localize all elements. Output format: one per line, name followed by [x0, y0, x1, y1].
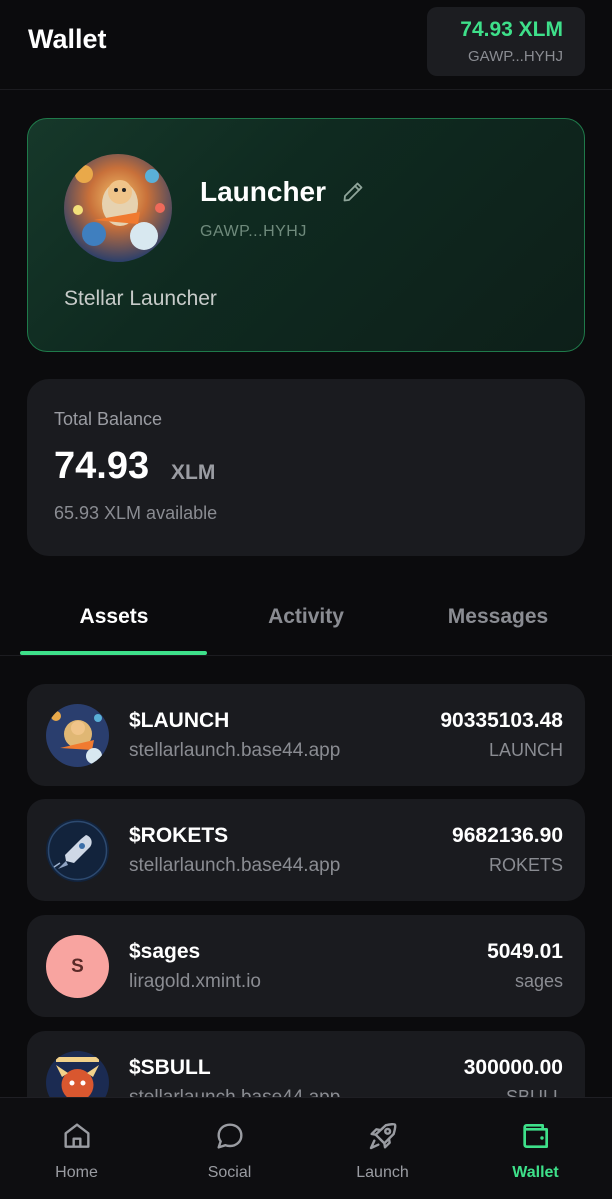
- tab-activity[interactable]: Activity: [210, 605, 402, 629]
- asset-symbol: $LAUNCH: [129, 709, 230, 732]
- wallet-tabs: Assets Activity Messages: [0, 580, 612, 656]
- launch-token-icon: [46, 704, 109, 767]
- rocket-icon: [369, 1123, 397, 1150]
- nav-social-label: Social: [207, 1164, 252, 1181]
- letter-s-icon-text: S: [71, 955, 84, 977]
- nav-wallet-label: Wallet: [512, 1164, 559, 1181]
- asset-symbol: $ROKETS: [129, 824, 229, 847]
- nav-wallet[interactable]: Wallet: [459, 1098, 612, 1199]
- asset-code: ROKETS: [488, 855, 563, 875]
- page-title: Wallet: [28, 24, 107, 54]
- app-header: Wallet 74.93 XLM GAWP...HYHJ: [0, 0, 612, 90]
- profile-card: Launcher GAWP...HYHJ Stellar Launcher: [27, 118, 585, 352]
- home-icon: [64, 1123, 90, 1148]
- astronaut-avatar-icon[interactable]: [64, 154, 172, 262]
- tab-messages[interactable]: Messages: [402, 605, 594, 629]
- rocket-token-icon: [46, 819, 109, 882]
- asset-row-launch[interactable]: $LAUNCH stellarlaunch.base44.app 9033510…: [27, 684, 585, 786]
- asset-code: sages: [514, 971, 563, 991]
- bottom-nav: Home Social Launch Wallet: [0, 1097, 612, 1199]
- asset-domain: stellarlaunch.base44.app: [129, 740, 341, 761]
- pencil-icon[interactable]: [341, 180, 365, 204]
- letter-s-icon: S: [46, 935, 109, 998]
- active-tab-indicator: [20, 651, 207, 655]
- available-balance: 65.93 XLM available: [54, 503, 218, 523]
- total-balance-label: Total Balance: [54, 409, 163, 429]
- nav-launch[interactable]: Launch: [306, 1098, 459, 1199]
- nav-social[interactable]: Social: [153, 1098, 306, 1199]
- nav-home-label: Home: [55, 1164, 98, 1181]
- asset-amount: 300000.00: [463, 1056, 563, 1079]
- asset-symbol: $SBULL: [129, 1056, 211, 1079]
- nav-home[interactable]: Home: [0, 1098, 153, 1199]
- asset-row-sages[interactable]: S $sages liragold.xmint.io 5049.01 sages: [27, 915, 585, 1017]
- total-balance-card: Total Balance 74.93 XLM 65.93 XLM availa…: [27, 379, 585, 556]
- profile-name: Launcher: [200, 176, 327, 207]
- asset-amount: 5049.01: [487, 940, 563, 963]
- asset-symbol: $sages: [129, 940, 201, 963]
- nav-launch-label: Launch: [356, 1164, 409, 1181]
- asset-row-rokets[interactable]: $ROKETS stellarlaunch.base44.app 9682136…: [27, 799, 585, 901]
- profile-address: GAWP...HYHJ: [200, 223, 307, 240]
- asset-domain: stellarlaunch.base44.app: [129, 855, 341, 876]
- asset-code: LAUNCH: [488, 740, 563, 760]
- chat-bubble-icon: [217, 1123, 243, 1149]
- balance-pill-amount: 74.93 XLM: [460, 18, 563, 41]
- profile-description: Stellar Launcher: [64, 287, 217, 310]
- wallet-icon: [523, 1124, 548, 1148]
- asset-amount: 90335103.48: [440, 709, 563, 732]
- total-balance-amount: 74.93: [54, 445, 150, 487]
- balance-pill-address: GAWP...HYHJ: [467, 48, 563, 65]
- asset-domain: liragold.xmint.io: [129, 971, 261, 992]
- tab-assets[interactable]: Assets: [18, 605, 210, 629]
- asset-amount: 9682136.90: [452, 824, 563, 847]
- balance-pill[interactable]: 74.93 XLM GAWP...HYHJ: [427, 7, 585, 76]
- total-balance-unit: XLM: [171, 461, 216, 484]
